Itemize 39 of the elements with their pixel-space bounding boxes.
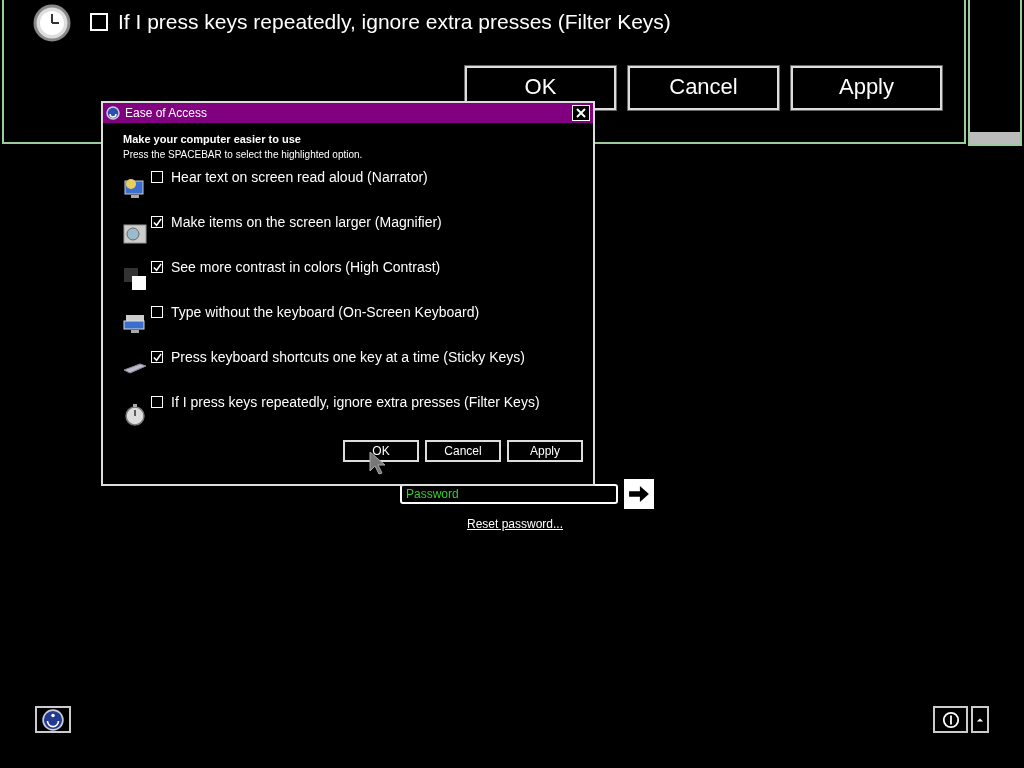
ease-of-access-button[interactable] (35, 706, 71, 733)
arrow-icon (628, 485, 650, 503)
password-field[interactable]: Password (400, 484, 618, 504)
dialog-button[interactable]: Apply (507, 440, 583, 462)
checkbox-label: If I press keys repeatedly, ignore extra presses (Filter Keys) (118, 10, 671, 34)
contrast-icon (123, 267, 147, 291)
checkbox[interactable] (151, 306, 163, 318)
accessibility-icon (106, 106, 120, 120)
option-label: See more contrast in colors (High Contrast) (171, 259, 441, 275)
submit-button[interactable] (624, 479, 654, 509)
option-label: Press keyboard shortcuts one key at a time (Sticky Keys) (171, 349, 526, 365)
shutdown-options-button[interactable] (971, 706, 989, 733)
dialog-button[interactable]: Cancel (425, 440, 501, 462)
reset-password-link[interactable]: Reset password... (466, 517, 563, 531)
monitor-icon (123, 177, 147, 201)
checkbox[interactable] (151, 261, 163, 273)
shutdown-button[interactable] (933, 706, 968, 733)
power-icon (941, 710, 960, 729)
checkbox[interactable] (151, 171, 163, 183)
dialog-button[interactable]: OK (343, 440, 419, 462)
dialog-heading: Make your computer easier to use (123, 133, 302, 145)
option-label: Make items on the screen larger (Magnifier) (171, 214, 442, 230)
checkbox[interactable] (151, 396, 163, 408)
option-label: Hear text on screen read aloud (Narrator) (171, 169, 428, 185)
magnifier-icon (123, 222, 147, 246)
window-title: Ease of Access (125, 106, 209, 120)
keyboard-icon (123, 312, 147, 336)
option-label: Type without the keyboard (On-Screen Keyboard) (171, 304, 480, 320)
checkbox[interactable] (151, 351, 163, 363)
dialog-button[interactable]: Apply (791, 66, 942, 110)
accessibility-icon (42, 708, 64, 731)
option-label: If I press keys repeatedly, ignore extra presses (Filter Keys) (171, 394, 540, 410)
close-icon (576, 108, 586, 118)
close-button[interactable] (572, 105, 590, 121)
checkbox[interactable] (151, 216, 163, 228)
instruction-text: Press the SPACEBAR to select the highlighted option. (123, 149, 364, 160)
checkbox[interactable] (90, 13, 108, 31)
dialog-button[interactable]: Cancel (628, 66, 779, 110)
key-icon (123, 363, 147, 374)
